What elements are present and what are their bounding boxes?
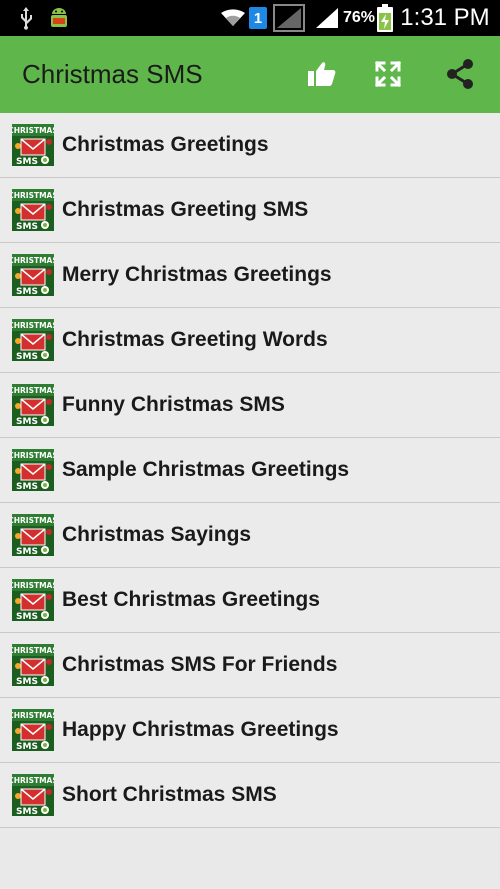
svg-text:SMS: SMS [16, 222, 38, 231]
list-item-label: Happy Christmas Greetings [62, 718, 339, 741]
sms-category-list: CHRISTMAS SMS Christmas Greetings CHRIST… [0, 113, 500, 828]
list-item[interactable]: CHRISTMAS SMS Sample Christmas Greetings [0, 438, 500, 503]
list-item-label: Christmas SMS For Friends [62, 653, 338, 676]
share-icon [447, 59, 473, 89]
svg-text:CHRISTMAS: CHRISTMAS [12, 321, 54, 330]
status-bar: 1 76% 1:31 PM [0, 0, 500, 36]
christmas-sms-icon: CHRISTMAS SMS [8, 254, 58, 297]
svg-text:CHRISTMAS: CHRISTMAS [12, 516, 54, 525]
fullscreen-icon [374, 60, 402, 88]
list-item[interactable]: CHRISTMAS SMS Short Christmas SMS [0, 763, 500, 828]
svg-text:CHRISTMAS: CHRISTMAS [12, 451, 54, 460]
list-item[interactable]: CHRISTMAS SMS Christmas SMS For Friends [0, 633, 500, 698]
android-debug-icon [46, 0, 72, 36]
list-item-label: Christmas Greetings [62, 133, 269, 156]
christmas-sms-icon: CHRISTMAS SMS [8, 514, 58, 557]
svg-text:CHRISTMAS: CHRISTMAS [12, 646, 54, 655]
list-item[interactable]: CHRISTMAS SMS Funny Christmas SMS [0, 373, 500, 438]
like-button[interactable] [302, 54, 342, 94]
thumbs-up-icon [308, 62, 336, 86]
christmas-sms-icon: CHRISTMAS SMS [8, 124, 58, 167]
list-item-label: Best Christmas Greetings [62, 588, 320, 611]
list-item-label: Short Christmas SMS [62, 783, 277, 806]
list-item[interactable]: CHRISTMAS SMS Christmas Greetings [0, 113, 500, 178]
list-item-label: Merry Christmas Greetings [62, 263, 332, 286]
list-item-label: Christmas Sayings [62, 523, 252, 546]
list-item[interactable]: CHRISTMAS SMS Christmas Greeting SMS [0, 178, 500, 243]
svg-text:SMS: SMS [16, 482, 38, 491]
wifi-icon [218, 0, 248, 36]
svg-text:SMS: SMS [16, 287, 38, 296]
christmas-sms-icon: CHRISTMAS SMS [8, 384, 58, 427]
list-item[interactable]: CHRISTMAS SMS Merry Christmas Greetings [0, 243, 500, 308]
list-item[interactable]: CHRISTMAS SMS Christmas Sayings [0, 503, 500, 568]
clock: 1:31 PM [400, 4, 490, 31]
christmas-sms-icon: CHRISTMAS SMS [8, 189, 58, 232]
christmas-sms-icon: CHRISTMAS SMS [8, 319, 58, 362]
christmas-sms-icon: CHRISTMAS SMS [8, 774, 58, 817]
christmas-sms-icon: CHRISTMAS SMS [8, 449, 58, 492]
christmas-sms-icon: CHRISTMAS SMS [8, 709, 58, 752]
svg-text:CHRISTMAS: CHRISTMAS [12, 191, 54, 200]
svg-text:SMS: SMS [16, 807, 38, 816]
list-item[interactable]: CHRISTMAS SMS Happy Christmas Greetings [0, 698, 500, 763]
notification-badge-icon: 1 [248, 0, 268, 36]
svg-text:SMS: SMS [16, 612, 38, 621]
svg-text:SMS: SMS [16, 547, 38, 556]
svg-text:SMS: SMS [16, 352, 38, 361]
svg-text:CHRISTMAS: CHRISTMAS [12, 776, 54, 785]
fullscreen-button[interactable] [368, 54, 408, 94]
action-bar: Christmas SMS [0, 36, 500, 113]
list-item-label: Funny Christmas SMS [62, 393, 285, 416]
list-item-label: Christmas Greeting Words [62, 328, 328, 351]
svg-text:SMS: SMS [16, 677, 38, 686]
svg-text:CHRISTMAS: CHRISTMAS [12, 711, 54, 720]
list-item[interactable]: CHRISTMAS SMS Best Christmas Greetings [0, 568, 500, 633]
svg-text:CHRISTMAS: CHRISTMAS [12, 256, 54, 265]
signal-icon [312, 0, 342, 36]
battery-charging-icon [374, 0, 396, 36]
svg-text:CHRISTMAS: CHRISTMAS [12, 386, 54, 395]
christmas-sms-icon: CHRISTMAS SMS [8, 579, 58, 622]
share-button[interactable] [440, 54, 480, 94]
svg-text:CHRISTMAS: CHRISTMAS [12, 126, 54, 135]
no-signal-icon [272, 0, 306, 36]
svg-text:CHRISTMAS: CHRISTMAS [12, 581, 54, 590]
svg-text:SMS: SMS [16, 417, 38, 426]
battery-percent: 76% [342, 9, 376, 26]
list-item-label: Sample Christmas Greetings [62, 458, 350, 481]
svg-text:SMS: SMS [16, 742, 38, 751]
notification-badge: 1 [249, 7, 267, 29]
usb-icon [14, 0, 38, 36]
svg-text:SMS: SMS [16, 157, 38, 166]
christmas-sms-icon: CHRISTMAS SMS [8, 644, 58, 687]
app-title: Christmas SMS [22, 59, 203, 89]
list-item-label: Christmas Greeting SMS [62, 198, 309, 221]
list-item[interactable]: CHRISTMAS SMS Christmas Greeting Words [0, 308, 500, 373]
